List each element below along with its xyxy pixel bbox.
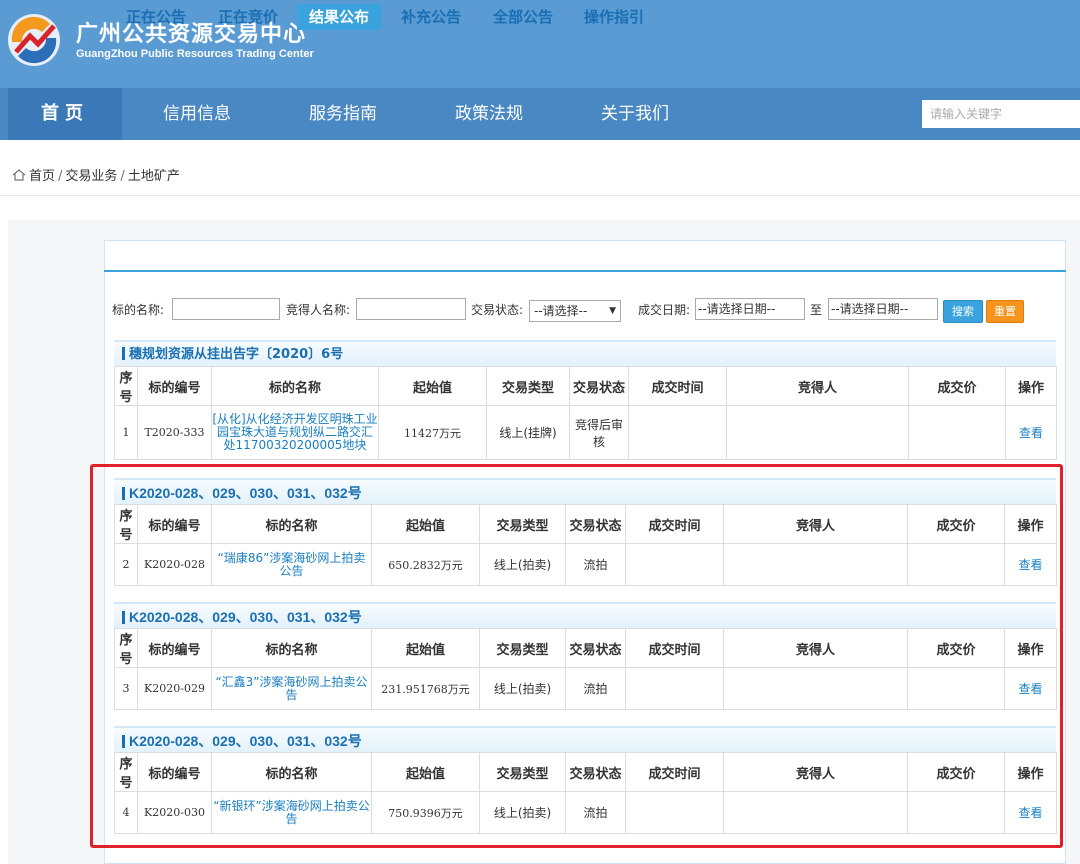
- col-action: 操作: [1005, 366, 1057, 406]
- name-label: 标的名称:: [112, 303, 165, 317]
- breadcrumb: 首页 / 交易业务 / 土地矿产: [12, 165, 180, 184]
- date-label: 成交日期:: [638, 303, 691, 317]
- col-start: 起始值: [378, 366, 487, 406]
- view-link[interactable]: 查看: [1005, 405, 1057, 460]
- row-name-link[interactable]: [从化]从化经济开发区明珠工业园宝珠大道与规划纵二路交汇处11700320200…: [211, 405, 379, 460]
- reset-button[interactable]: 重置: [986, 300, 1024, 323]
- bidder-input[interactable]: [356, 298, 466, 320]
- search-button[interactable]: 搜索: [943, 300, 983, 323]
- tab-all[interactable]: 全部公告: [487, 4, 559, 30]
- nav-about[interactable]: 关于我们: [578, 88, 692, 140]
- nav-credit[interactable]: 信用信息: [140, 88, 254, 140]
- col-status: 交易状态: [569, 366, 629, 406]
- row-price: [908, 405, 1006, 460]
- tab-announcing[interactable]: 正在公告: [120, 4, 192, 30]
- row-bidder: [726, 405, 909, 460]
- site-subtitle: GuangZhou Public Resources Trading Cente…: [76, 48, 314, 60]
- nav-guide[interactable]: 服务指南: [286, 88, 400, 140]
- col-time: 成交时间: [628, 366, 727, 406]
- nav-home[interactable]: 首页: [8, 88, 122, 140]
- tab-results[interactable]: 结果公布: [297, 4, 381, 30]
- row-code: T2020-333: [137, 405, 212, 460]
- date-from-input[interactable]: [695, 298, 805, 320]
- row-type: 线上(挂牌): [486, 405, 570, 460]
- section-title-text: 穗规划资源从挂出告字〔2020〕6号: [129, 347, 344, 362]
- home-icon: [12, 169, 26, 181]
- tab-bidding[interactable]: 正在竞价: [212, 4, 284, 30]
- tab-underline: [104, 270, 1066, 272]
- col-price: 成交价: [908, 366, 1006, 406]
- row-seq: 1: [114, 405, 138, 460]
- name-input[interactable]: [172, 298, 280, 320]
- site-logo-icon[interactable]: [6, 12, 62, 68]
- date-to-input[interactable]: [828, 298, 938, 320]
- col-seq: 序号: [114, 366, 138, 406]
- breadcrumb-land: 土地矿产: [127, 169, 180, 184]
- dropdown-arrow-icon: ▼: [609, 306, 616, 316]
- col-name: 标的名称: [211, 366, 379, 406]
- status-select-value: --请选择--: [534, 304, 588, 318]
- breadcrumb-home[interactable]: 首页: [29, 169, 55, 184]
- row-time: [628, 405, 727, 460]
- row-start: 11427万元: [378, 405, 487, 460]
- nav-policy[interactable]: 政策法规: [432, 88, 546, 140]
- col-bidder: 竞得人: [726, 366, 909, 406]
- divider: [0, 195, 1080, 196]
- keyword-search-input[interactable]: [922, 100, 1080, 128]
- result-section: 穗规划资源从挂出告字〔2020〕6号 序号 标的编号 标的名称 起始值 交易类型…: [114, 340, 1057, 460]
- tab-guide[interactable]: 操作指引: [578, 4, 650, 30]
- status-select[interactable]: --请选择-- ▼: [529, 300, 621, 322]
- date-to-label: 至: [810, 303, 823, 317]
- bidder-label: 竞得人名称:: [286, 303, 351, 317]
- status-label: 交易状态:: [471, 303, 524, 317]
- breadcrumb-business[interactable]: 交易业务: [65, 169, 117, 184]
- col-type: 交易类型: [486, 366, 570, 406]
- highlight-box: [90, 464, 1063, 848]
- result-table: 序号 标的编号 标的名称 起始值 交易类型 交易状态 成交时间 竞得人 成交价 …: [114, 366, 1057, 460]
- col-code: 标的编号: [137, 366, 212, 406]
- table-row: 1 T2020-333 [从化]从化经济开发区明珠工业园宝珠大道与规划纵二路交汇…: [114, 405, 1057, 460]
- main-nav: 首页 信用信息 服务指南 政策法规 关于我们: [0, 88, 1080, 140]
- section-title: 穗规划资源从挂出告字〔2020〕6号: [114, 340, 1056, 366]
- tab-supplement[interactable]: 补充公告: [395, 4, 467, 30]
- row-status: 竞得后审核: [569, 405, 629, 460]
